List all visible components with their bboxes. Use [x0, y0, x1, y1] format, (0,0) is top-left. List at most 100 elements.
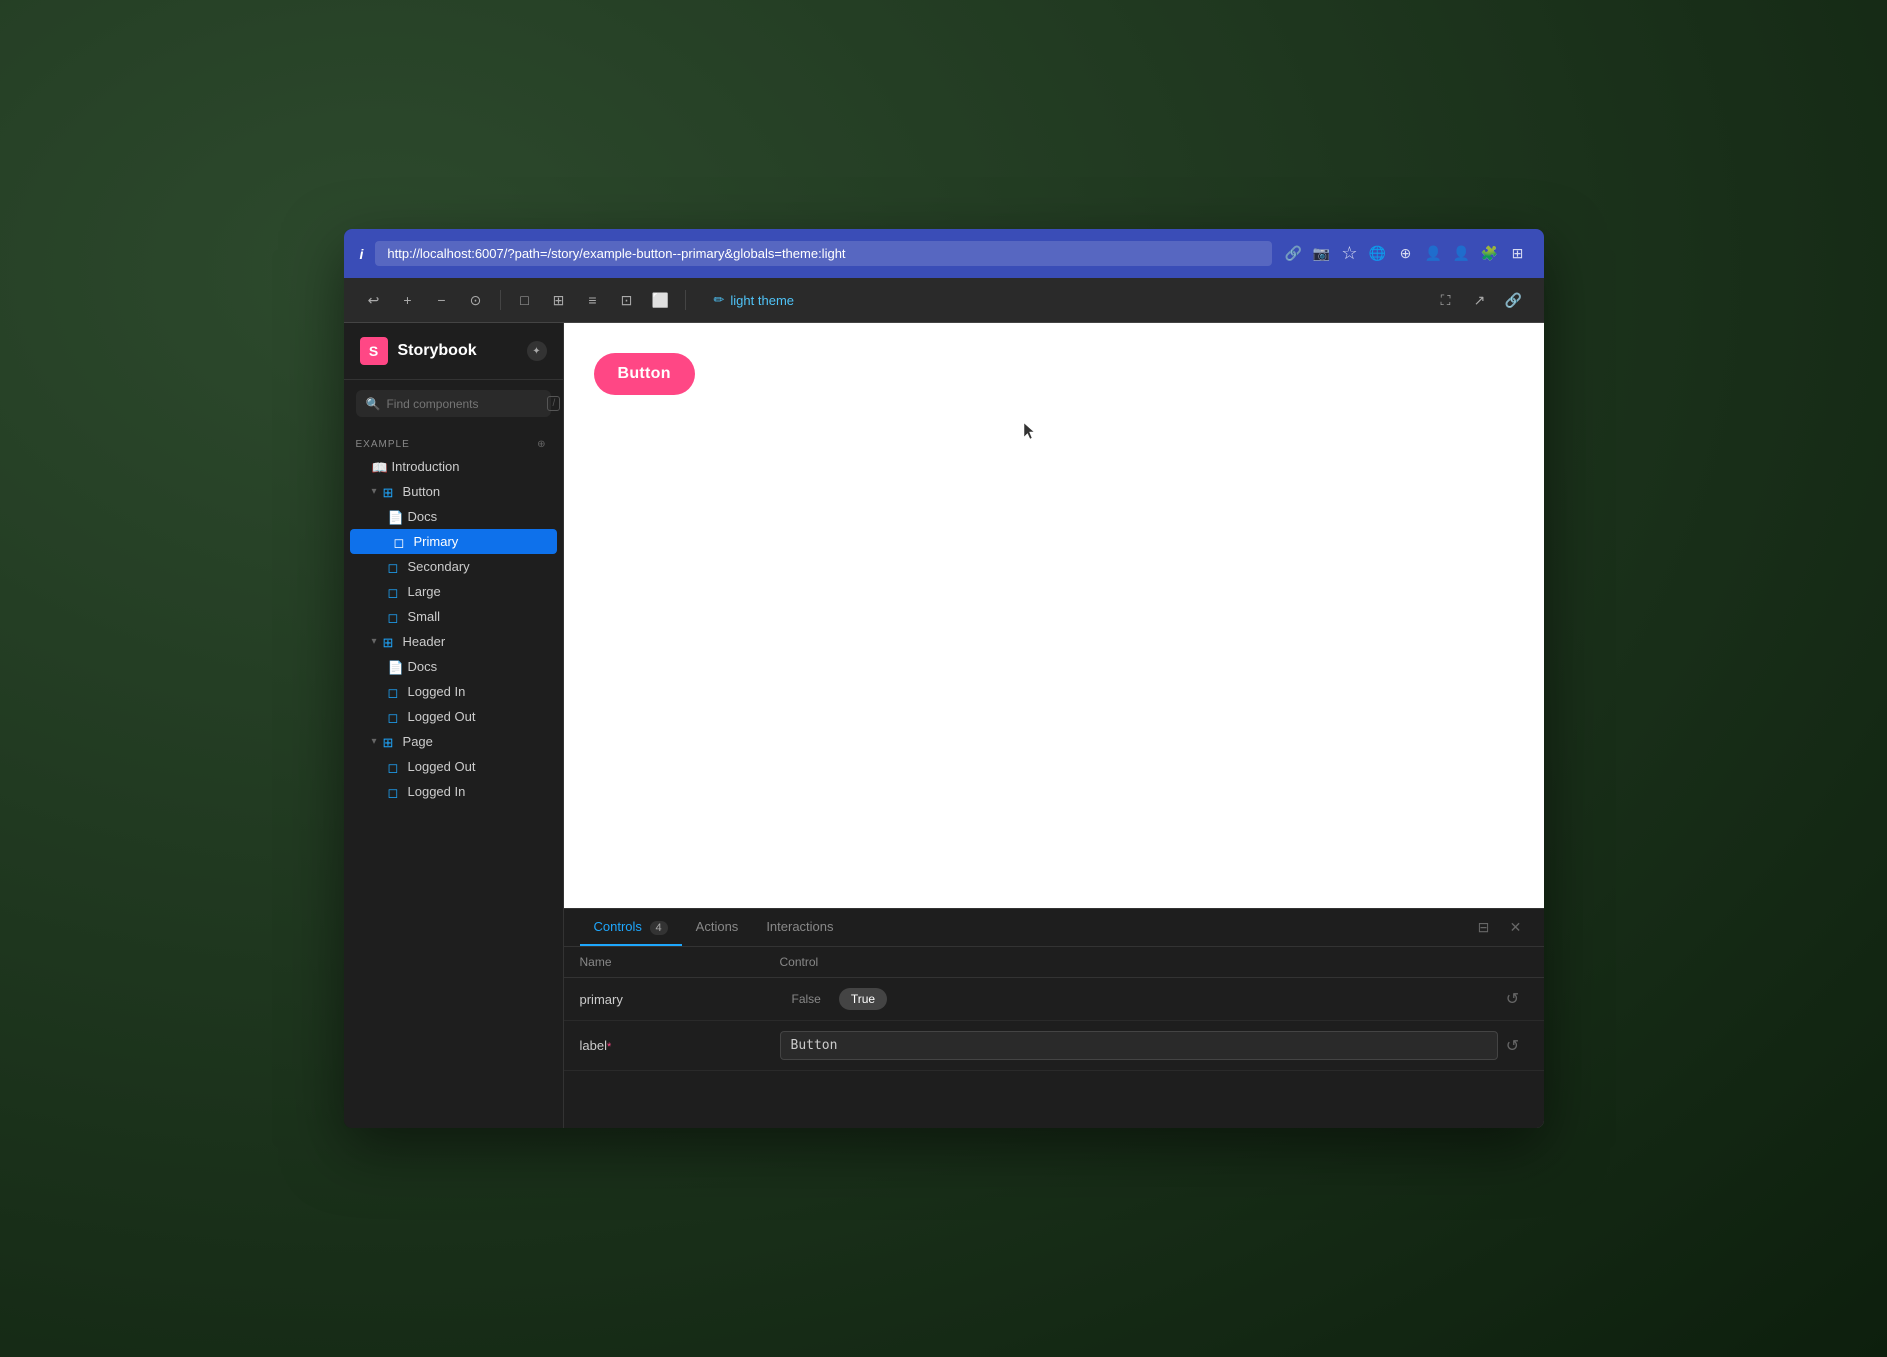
collapse-arrow-icon: ▾: [372, 636, 377, 647]
story-icon: ◻: [388, 610, 402, 624]
component-icon: ⊞: [383, 735, 397, 749]
sidebar-badge: ✦: [527, 341, 547, 361]
story-icon: ◻: [388, 710, 402, 724]
single-view-button[interactable]: □: [511, 286, 539, 314]
account-icon[interactable]: 👤: [1424, 244, 1444, 264]
section-collapse-btn[interactable]: ⊕: [537, 439, 546, 450]
account2-icon[interactable]: 👤: [1452, 244, 1472, 264]
sidebar-section-header: EXAMPLE ⊕: [344, 435, 563, 454]
sidebar-item-label: Logged In: [408, 784, 466, 799]
sidebar-logo: S Storybook ✦: [344, 323, 563, 380]
link-icon[interactable]: 🔗: [1284, 244, 1304, 264]
frame-button[interactable]: ⬜: [647, 286, 675, 314]
story-icon: ◻: [388, 760, 402, 774]
demo-button[interactable]: Button: [594, 353, 695, 395]
sidebar-item-label: Page: [403, 734, 433, 749]
tab-actions[interactable]: Actions: [682, 909, 753, 946]
expand-button[interactable]: ⛶: [1432, 286, 1460, 314]
sidebar-item-header-loggedin[interactable]: ◻ Logged In: [344, 679, 563, 704]
panel-close-btn[interactable]: ✕: [1504, 916, 1528, 940]
sidebar-item-button-primary[interactable]: ◻ Primary: [350, 529, 557, 554]
tab-interactions[interactable]: Interactions: [752, 909, 847, 946]
sidebar-item-page-loggedin[interactable]: ◻ Logged In: [344, 779, 563, 804]
toggle-false-option[interactable]: False: [780, 988, 833, 1010]
sidebar-item-header-loggedout[interactable]: ◻ Logged Out: [344, 704, 563, 729]
sidebar-item-label: Header: [403, 634, 446, 649]
sidebar-item-page-loggedout[interactable]: ◻ Logged Out: [344, 754, 563, 779]
sidebar-item-label: Logged In: [408, 684, 466, 699]
sidebar-item-button-small[interactable]: ◻ Small: [344, 604, 563, 629]
global-icon[interactable]: 🌐: [1368, 244, 1388, 264]
collapse-arrow-icon: ▾: [372, 736, 377, 747]
sidebar-logo-text: Storybook: [398, 342, 477, 360]
reset-col-header: [1498, 955, 1528, 969]
sidebar-item-label: Introduction: [392, 459, 460, 474]
docs-icon: 📄: [388, 510, 402, 524]
sidebar-item-label: Button: [403, 484, 441, 499]
list-view-button[interactable]: ≡: [579, 286, 607, 314]
component-icon: ⊞: [383, 485, 397, 499]
sidebar-item-header-docs[interactable]: 📄 Docs: [344, 654, 563, 679]
url-bar[interactable]: http://localhost:6007/?path=/story/examp…: [375, 241, 1271, 266]
panel-layout-btn[interactable]: ⊟: [1472, 916, 1496, 940]
sidebar-item-header-group[interactable]: ▾ ⊞ Header: [344, 629, 563, 654]
search-input[interactable]: [386, 397, 541, 411]
layout-icon[interactable]: ⊞: [1508, 244, 1528, 264]
sidebar-item-button-group[interactable]: ▾ ⊞ Button: [344, 479, 563, 504]
pencil-icon: ✏: [714, 292, 725, 308]
interactions-tab-label: Interactions: [766, 919, 833, 934]
sidebar: S Storybook ✦ 🔍 / EXAMPLE ⊕: [344, 323, 564, 1128]
reset-btn-label[interactable]: ↺: [1498, 1036, 1528, 1056]
toggle-true-option[interactable]: True: [839, 988, 887, 1010]
search-shortcut: /: [547, 396, 560, 411]
sidebar-item-introduction[interactable]: 📖 Introduction: [344, 454, 563, 479]
target-icon[interactable]: ⊕: [1396, 244, 1416, 264]
grid-view-button[interactable]: ⊞: [545, 286, 573, 314]
sidebar-item-label: Large: [408, 584, 441, 599]
preview-area: Button: [564, 323, 1544, 908]
controls-table: Name Control primary False True ↺: [564, 947, 1544, 1128]
compare-view-button[interactable]: ⊡: [613, 286, 641, 314]
camera-icon[interactable]: 📷: [1312, 244, 1332, 264]
undo-button[interactable]: ↩: [360, 286, 388, 314]
book-icon: 📖: [372, 460, 386, 474]
theme-label: light theme: [730, 293, 794, 308]
browser-chrome: i http://localhost:6007/?path=/story/exa…: [344, 229, 1544, 278]
story-icon: ◻: [394, 535, 408, 549]
sidebar-item-button-large[interactable]: ◻ Large: [344, 579, 563, 604]
search-icon: 🔍: [366, 397, 381, 411]
puzzle-icon[interactable]: 🧩: [1480, 244, 1500, 264]
docs-icon: 📄: [388, 660, 402, 674]
sidebar-item-button-secondary[interactable]: ◻ Secondary: [344, 554, 563, 579]
story-icon: ◻: [388, 585, 402, 599]
tab-controls[interactable]: Controls 4: [580, 909, 682, 946]
zoom-out-button[interactable]: −: [428, 286, 456, 314]
bottom-tabs: Controls 4 Actions Interactions ⊟ ✕: [564, 909, 1544, 947]
sidebar-item-label: Small: [408, 609, 441, 624]
zoom-reset-button[interactable]: ⊙: [462, 286, 490, 314]
control-name-primary: primary: [580, 992, 780, 1007]
zoom-in-button[interactable]: +: [394, 286, 422, 314]
reset-btn-primary[interactable]: ↺: [1498, 989, 1528, 1009]
search-bar[interactable]: 🔍 /: [356, 390, 551, 417]
collapse-arrow-icon: ▾: [372, 486, 377, 497]
copy-link-button[interactable]: 🔗: [1500, 286, 1528, 314]
label-input[interactable]: [780, 1031, 1498, 1060]
sidebar-item-button-docs[interactable]: 📄 Docs: [344, 504, 563, 529]
content-area: S Storybook ✦ 🔍 / EXAMPLE ⊕: [344, 323, 1544, 1128]
cursor: [1024, 423, 1036, 441]
control-col-header: Control: [780, 955, 1498, 969]
sidebar-item-label: Docs: [408, 659, 438, 674]
bottom-panel: Controls 4 Actions Interactions ⊟ ✕: [564, 908, 1544, 1128]
controls-badge: 4: [650, 921, 668, 935]
toolbar-sep-1: [500, 290, 501, 310]
theme-button[interactable]: ✏ light theme: [704, 288, 805, 312]
controls-header: Name Control: [564, 947, 1544, 978]
sidebar-item-page-group[interactable]: ▾ ⊞ Page: [344, 729, 563, 754]
toolbar: ↩ + − ⊙ □ ⊞ ≡ ⊡ ⬜ ✏ light theme ⛶ ↗ 🔗: [344, 278, 1544, 323]
star-icon[interactable]: ☆: [1340, 244, 1360, 264]
required-asterisk: *: [607, 1041, 611, 1053]
external-link-button[interactable]: ↗: [1466, 286, 1494, 314]
bottom-tab-actions: ⊟ ✕: [1472, 916, 1528, 940]
app-layout: ↩ + − ⊙ □ ⊞ ≡ ⊡ ⬜ ✏ light theme ⛶ ↗ 🔗: [344, 278, 1544, 1128]
